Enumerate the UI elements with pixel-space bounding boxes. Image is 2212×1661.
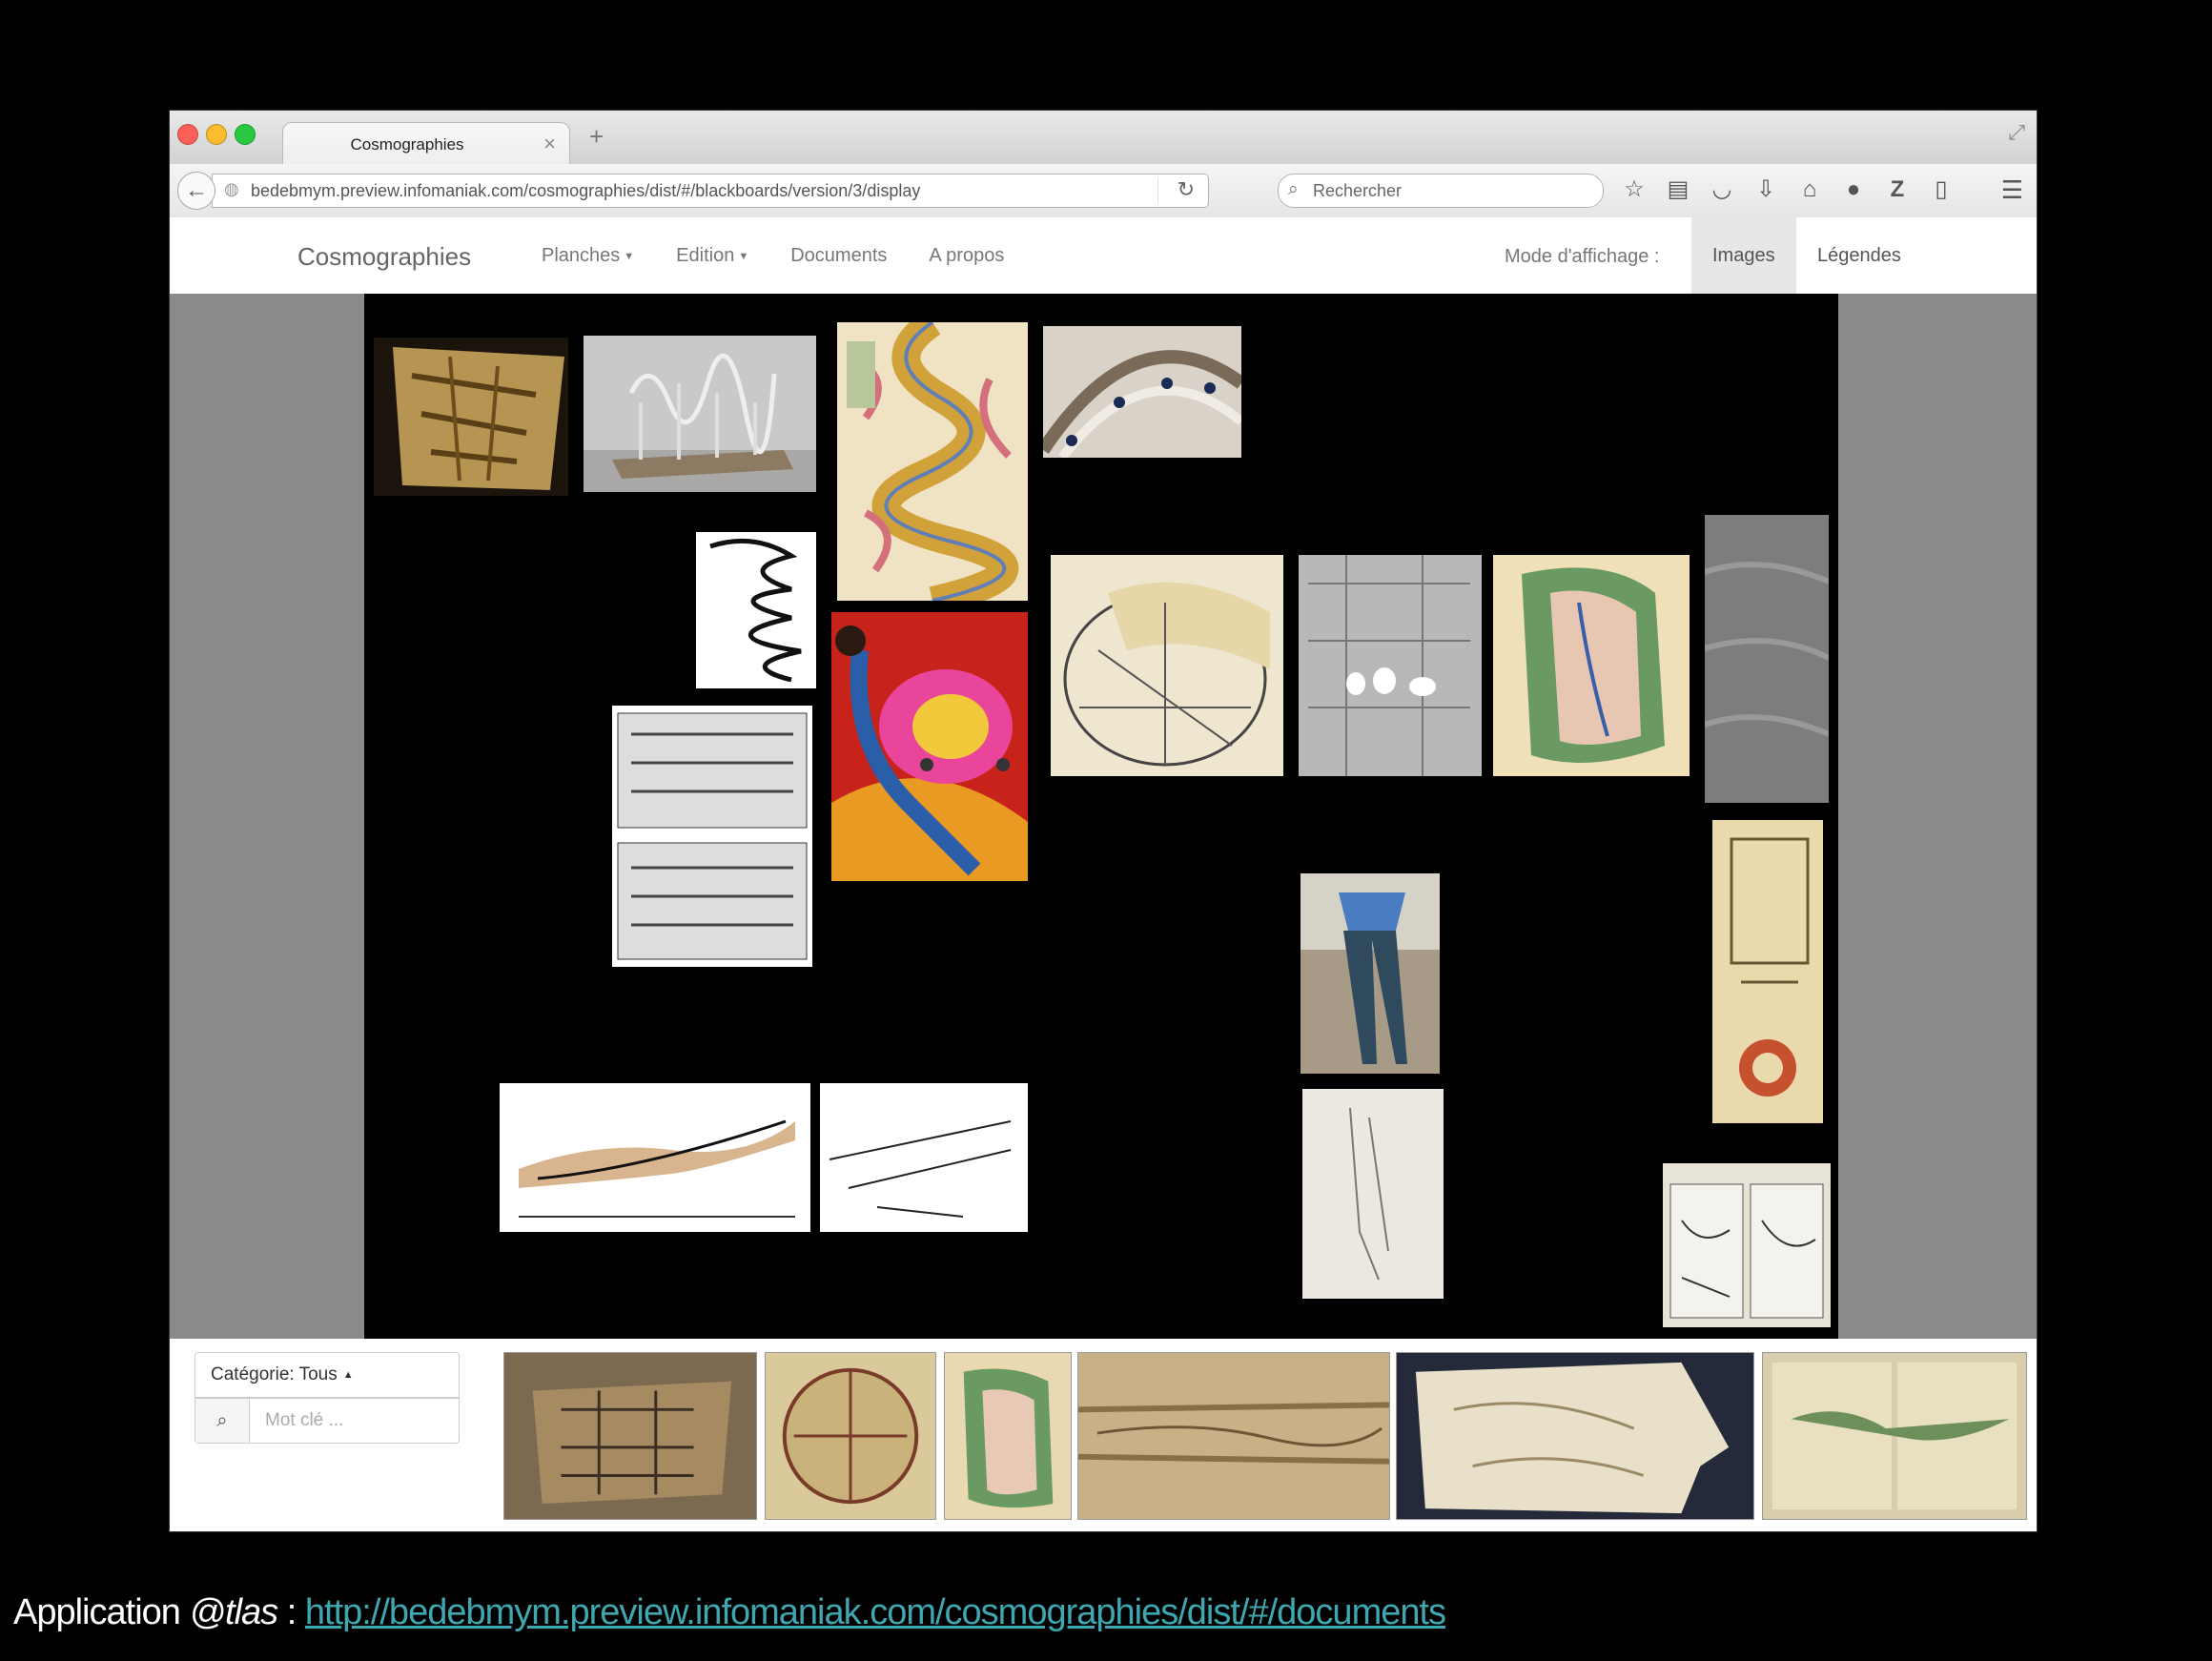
blackboard bbox=[364, 294, 1838, 1339]
board-image-pencil-drawing[interactable] bbox=[1302, 1089, 1444, 1299]
mode-images-button[interactable]: Images bbox=[1691, 217, 1796, 294]
strip-thumb-mosaic-map[interactable] bbox=[503, 1352, 757, 1520]
search-icon: ⌕ bbox=[1288, 179, 1299, 199]
board-image-scroll-map[interactable] bbox=[1712, 820, 1823, 1123]
board-image-sculpture[interactable] bbox=[584, 336, 816, 492]
board-image-parchment-fragment[interactable] bbox=[374, 338, 568, 496]
browser-window: Cosmographies × + ⤢ ◍ bedebmym.preview.i… bbox=[170, 111, 2037, 1531]
strip-thumb-parchment-map[interactable] bbox=[1396, 1352, 1754, 1520]
keyword-search: ⌕ bbox=[195, 1398, 460, 1444]
caret-down-icon: ▼ bbox=[624, 250, 635, 262]
main-menu: Planches ▼ Edition ▼ Documents A propos bbox=[521, 217, 1025, 294]
home-icon[interactable]: ⌂ bbox=[1794, 175, 1825, 206]
board-image-grey-map[interactable] bbox=[1299, 555, 1482, 776]
title-bar: Cosmographies × + ⤢ bbox=[170, 111, 2037, 165]
blackboard-stage bbox=[170, 294, 2037, 1339]
caption-link[interactable]: http://bedebmym.preview.infomaniak.com/c… bbox=[305, 1592, 1446, 1632]
tab-close-icon[interactable]: × bbox=[543, 132, 556, 156]
menu-edition[interactable]: Edition ▼ bbox=[655, 217, 769, 294]
search-icon: ⌕ bbox=[195, 1399, 250, 1443]
slide-caption: Application @tlas : http://bedebmym.prev… bbox=[13, 1592, 1446, 1633]
reload-icon[interactable]: ↻ bbox=[1178, 177, 1195, 202]
url-text[interactable]: bedebmym.preview.infomaniak.com/cosmogra… bbox=[251, 181, 920, 201]
app-navbar: Cosmographies Planches ▼ Edition ▼ Documen… bbox=[170, 217, 2037, 295]
board-image-river-map[interactable] bbox=[837, 322, 1028, 601]
document-tray: Catégorie: Tous ▲ ⌕ bbox=[170, 1339, 2037, 1531]
brand-link[interactable]: Cosmographies bbox=[297, 242, 471, 272]
download-icon[interactable]: ⇩ bbox=[1751, 175, 1781, 206]
page-menu-icon[interactable]: ▯ bbox=[1926, 175, 1956, 206]
url-bar[interactable]: ◍ bedebmym.preview.infomaniak.com/cosmog… bbox=[212, 174, 1209, 208]
board-image-aboriginal-painting[interactable] bbox=[831, 612, 1028, 881]
strip-thumb-medieval-island[interactable] bbox=[944, 1352, 1072, 1520]
caption-prefix: Application bbox=[13, 1592, 190, 1632]
board-image-printed-tables[interactable] bbox=[612, 706, 812, 967]
browser-search-box[interactable]: ⌕ Rechercher bbox=[1278, 174, 1604, 208]
zotero-icon[interactable]: Z bbox=[1882, 175, 1913, 206]
menu-planches[interactable]: Planches ▼ bbox=[521, 217, 655, 294]
keyword-input[interactable] bbox=[250, 1399, 458, 1443]
menu-planches-label: Planches bbox=[542, 245, 621, 266]
mode-legendes-button[interactable]: Légendes bbox=[1796, 217, 1922, 294]
board-image-walking-photo[interactable] bbox=[1301, 873, 1440, 1074]
fullscreen-icon[interactable]: ⤢ bbox=[2008, 120, 2025, 145]
globe-icon: ◍ bbox=[224, 179, 239, 198]
pocket-icon[interactable]: ◡ bbox=[1707, 175, 1737, 206]
display-mode-label: Mode d'affichage : bbox=[1505, 246, 1660, 267]
menu-documents[interactable]: Documents bbox=[769, 217, 908, 294]
zoom-window-button[interactable] bbox=[235, 124, 256, 145]
strip-thumb-manuscript-page[interactable] bbox=[1762, 1352, 2027, 1520]
close-window-button[interactable] bbox=[177, 124, 198, 145]
new-tab-button[interactable]: + bbox=[589, 122, 604, 152]
chat-icon[interactable]: ● bbox=[1838, 175, 1869, 206]
caption-separator: : bbox=[277, 1592, 305, 1632]
board-image-grey-texture[interactable] bbox=[1705, 515, 1829, 803]
menu-edition-label: Edition bbox=[676, 245, 735, 266]
star-icon[interactable]: ☆ bbox=[1619, 175, 1649, 206]
strip-thumb-scroll-strip[interactable] bbox=[1077, 1352, 1390, 1520]
clipboard-icon[interactable]: ▤ bbox=[1663, 175, 1693, 206]
minimize-window-button[interactable] bbox=[206, 124, 227, 145]
category-label: Catégorie: Tous bbox=[211, 1364, 338, 1385]
toolbar-icons: ☆ ▤ ◡ ⇩ ⌂ ● Z ▯ bbox=[1619, 175, 1956, 206]
board-image-minard-chart[interactable] bbox=[500, 1083, 810, 1232]
strip-thumb-round-map[interactable] bbox=[765, 1352, 936, 1520]
menu-a-propos[interactable]: A propos bbox=[908, 217, 1025, 294]
board-image-spiral-installation[interactable] bbox=[1043, 326, 1241, 458]
board-image-old-city-plan[interactable] bbox=[1051, 555, 1283, 776]
category-dropdown[interactable]: Catégorie: Tous ▲ bbox=[195, 1352, 460, 1398]
caption-app-name: @tlas bbox=[189, 1592, 278, 1632]
caret-up-icon: ▲ bbox=[342, 1369, 354, 1381]
board-image-book-spread[interactable] bbox=[1663, 1163, 1831, 1327]
back-button[interactable]: ← bbox=[177, 172, 215, 210]
caret-down-icon: ▼ bbox=[738, 250, 749, 262]
browser-search-placeholder: Rechercher bbox=[1313, 181, 1403, 200]
browser-toolbar: ◍ bedebmym.preview.infomaniak.com/cosmog… bbox=[170, 164, 2037, 218]
board-image-sketch-diagram[interactable] bbox=[820, 1083, 1028, 1232]
hamburger-menu-icon[interactable]: ☰ bbox=[2001, 175, 2023, 205]
board-image-medieval-map[interactable] bbox=[1493, 555, 1690, 776]
tab-title: Cosmographies bbox=[350, 135, 464, 154]
url-divider bbox=[1157, 178, 1158, 203]
browser-tab[interactable]: Cosmographies × bbox=[282, 122, 570, 165]
board-image-line-drawing[interactable] bbox=[696, 532, 816, 688]
